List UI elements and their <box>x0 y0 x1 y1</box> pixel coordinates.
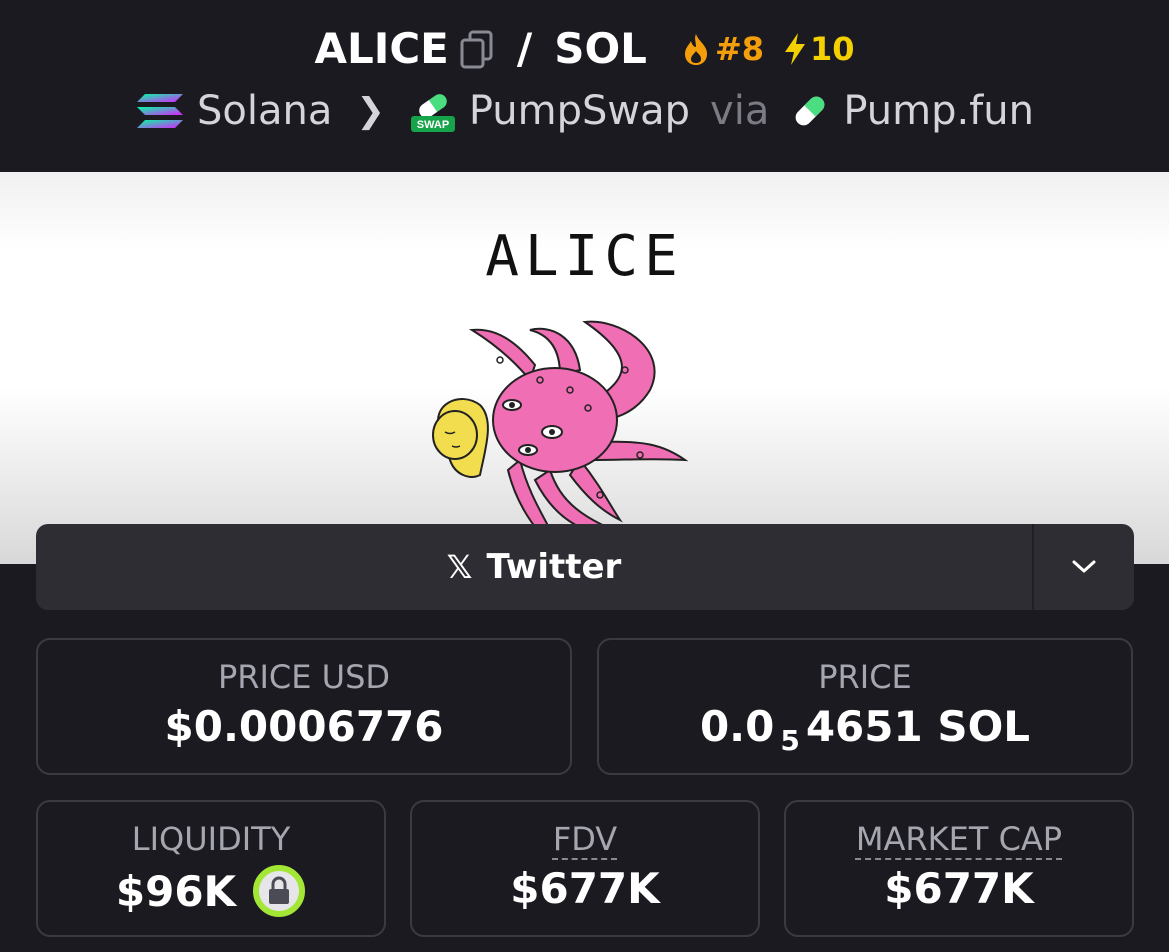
copy-icon[interactable] <box>459 29 495 69</box>
octopus-illustration <box>432 320 689 553</box>
boost-count: 10 <box>810 29 855 68</box>
twitter-button[interactable]: 𝕏 Twitter <box>36 524 1032 610</box>
token-banner: ALICE <box>0 172 1169 564</box>
market-cap-value: $677K <box>884 864 1034 913</box>
flame-icon <box>684 33 707 65</box>
fdv-card: FDV $677K <box>410 800 760 937</box>
lock-icon[interactable] <box>252 864 306 918</box>
chevron-right-icon: ❯ <box>356 91 385 131</box>
breadcrumb: Solana ❯ SWAP PumpSwap via Pump.fun <box>0 88 1169 134</box>
lightning-icon <box>785 32 806 65</box>
trending-rank-value: #8 <box>714 29 765 68</box>
liquidity-value: $96K <box>115 866 237 916</box>
price-native-value: 0.0 5 4651 SOL <box>699 702 1031 757</box>
pumpswap-icon: SWAP <box>410 92 455 132</box>
pair-separator: / <box>516 24 533 73</box>
base-symbol[interactable]: ALICE <box>314 24 448 73</box>
launchpad-name[interactable]: Pump.fun <box>843 88 1034 134</box>
market-cap-label[interactable]: MARKET CAP <box>856 820 1062 858</box>
chain-name[interactable]: Solana <box>197 88 332 134</box>
trending-rank[interactable]: #8 <box>681 30 764 68</box>
chevron-down-icon <box>1072 560 1096 573</box>
socials-dropdown-button[interactable] <box>1034 524 1134 610</box>
price-native-label: PRICE <box>818 658 912 696</box>
via-label: via <box>710 88 770 134</box>
pair-title-row: ALICE / SOL #8 10 <box>0 24 1169 73</box>
twitter-label: Twitter <box>486 547 622 587</box>
price-usd-card: PRICE USD $0.0006776 <box>36 638 572 775</box>
swap-badge-text: SWAP <box>417 119 449 131</box>
price-usd-value: $0.0006776 <box>164 702 444 751</box>
banner-title: ALICE <box>485 224 684 289</box>
dex-name[interactable]: PumpSwap <box>469 88 690 134</box>
fdv-label[interactable]: FDV <box>553 820 617 858</box>
price-prefix: 0.0 <box>699 702 775 751</box>
liquidity-value-row: $96K <box>116 864 306 918</box>
solana-icon <box>137 94 184 128</box>
liquidity-card: LIQUIDITY $96K <box>36 800 386 937</box>
boost-badge[interactable]: 10 <box>782 30 855 68</box>
x-logo-icon: 𝕏 <box>446 548 473 586</box>
market-cap-card: MARKET CAP $677K <box>784 800 1134 937</box>
pill-icon <box>795 96 825 126</box>
price-usd-label: PRICE USD <box>217 658 391 696</box>
price-native-card: PRICE 0.0 5 4651 SOL <box>597 638 1133 775</box>
social-links-bar: 𝕏 Twitter <box>36 524 1134 610</box>
pair-header: ALICE / SOL #8 10 Solana ❯ SWAP PumpSwap… <box>0 0 1169 172</box>
liquidity-label: LIQUIDITY <box>131 820 291 858</box>
price-digits: 4651 SOL <box>805 702 1031 751</box>
price-zero-count: 5 <box>780 724 800 757</box>
fdv-value: $677K <box>510 864 660 913</box>
quote-symbol: SOL <box>554 24 647 73</box>
